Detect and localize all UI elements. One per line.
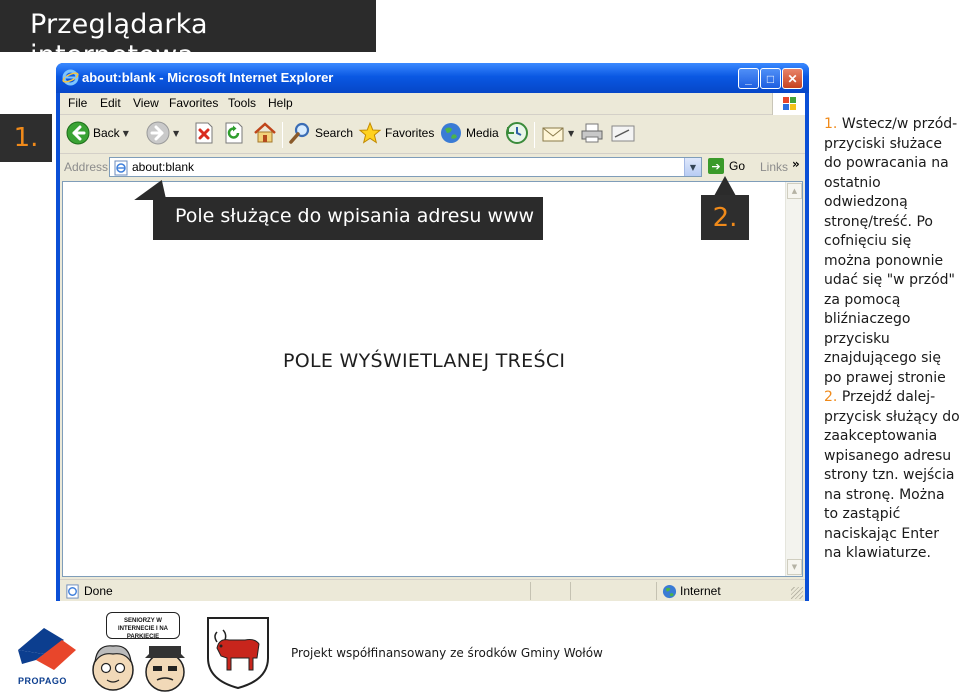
- resize-grip[interactable]: [791, 587, 803, 599]
- address-value: about:blank: [132, 160, 195, 174]
- address-label: Address: [64, 160, 109, 174]
- page-icon: [114, 160, 128, 176]
- seniors-speech-bubble: SENIORZY W INTERNECIE I NA PARKIECIE: [106, 612, 180, 640]
- refresh-icon: [225, 122, 243, 144]
- go-arrow-icon: ➔: [708, 158, 724, 174]
- explanation-text: 1. Wstecz/w przód- przyciski służace do …: [824, 115, 960, 564]
- back-button[interactable]: Back ▼: [66, 121, 129, 145]
- back-dropdown-icon[interactable]: ▼: [123, 129, 129, 138]
- mail-dropdown-icon[interactable]: ▼: [568, 129, 574, 138]
- zone-text: Internet: [680, 584, 721, 598]
- menu-favorites[interactable]: Favorites: [169, 96, 218, 110]
- back-label: Back: [93, 126, 120, 140]
- funding-footer: Projekt współfinansowany ze środków Gmin…: [291, 646, 603, 660]
- links-label[interactable]: Links: [760, 160, 788, 174]
- menu-view[interactable]: View: [133, 96, 159, 110]
- internet-globe-icon: [662, 584, 677, 599]
- explanation-step-1: 1. Wstecz/w przód- przyciski służace do …: [824, 115, 960, 388]
- menu-bar: File Edit View Favorites Tools Help: [60, 93, 805, 115]
- back-arrow-icon: [66, 121, 90, 145]
- print-button[interactable]: [580, 121, 604, 145]
- go-button[interactable]: ➔ Go: [708, 158, 745, 174]
- stop-icon: [195, 122, 213, 144]
- step-1-marker: 1.: [0, 114, 52, 162]
- status-bar: Done Internet: [60, 579, 805, 601]
- search-label: Search: [315, 126, 354, 140]
- forward-dropdown-icon[interactable]: ▼: [173, 129, 179, 138]
- minimize-button[interactable]: _: [738, 68, 759, 89]
- toolbar-separator: [534, 122, 535, 148]
- content-area-label: POLE WYŚWIETLANEJ TREŚCI: [283, 350, 566, 372]
- media-globe-icon: [441, 123, 461, 143]
- wolow-coat-of-arms: [207, 617, 269, 690]
- address-input[interactable]: about:blank ▼: [109, 157, 702, 177]
- standard-toolbar: Back ▼ ▼ Search Favorites Media ▼: [60, 116, 805, 154]
- menu-help[interactable]: Help: [268, 96, 293, 110]
- mail-button[interactable]: ▼: [541, 121, 574, 145]
- refresh-button[interactable]: [223, 121, 245, 145]
- ie-logo-icon: [62, 69, 79, 86]
- scroll-up-icon[interactable]: ▲: [787, 183, 802, 199]
- scroll-down-icon[interactable]: ▼: [787, 559, 802, 575]
- address-bar: Address about:blank ▼ ➔ Go Links »: [60, 155, 805, 179]
- maximize-button[interactable]: □: [760, 68, 781, 89]
- page-content-area[interactable]: POLE WYŚWIETLANEJ TREŚCI ▲ ▼: [62, 181, 803, 577]
- address-callout: Pole służące do wpisania adresu www: [153, 197, 543, 240]
- favorites-label: Favorites: [385, 126, 435, 140]
- go-callout-pointer: [714, 176, 736, 196]
- menu-edit[interactable]: Edit: [100, 96, 121, 110]
- stop-button[interactable]: [193, 121, 215, 145]
- header-bar: Przeglądarka internetowa: [0, 0, 376, 71]
- printer-icon: [581, 123, 603, 143]
- explanation-number-2: 2.: [824, 389, 838, 405]
- page-done-icon: [66, 584, 79, 599]
- step-2-marker: 2.: [701, 195, 749, 240]
- address-callout-text: Pole służące do wpisania adresu www: [175, 205, 535, 227]
- address-dropdown-icon[interactable]: ▼: [684, 158, 701, 176]
- edit-page-icon: [611, 125, 635, 142]
- home-button[interactable]: [253, 121, 277, 145]
- go-label: Go: [729, 159, 746, 173]
- media-label: Media: [466, 126, 499, 140]
- explanation-step-2: 2. Przejdź dalej-przycisk służący do zaa…: [824, 388, 960, 564]
- window-client: File Edit View Favorites Tools Help Back…: [60, 93, 805, 601]
- favorites-button[interactable]: Favorites: [358, 121, 434, 145]
- close-button[interactable]: ✕: [782, 68, 803, 89]
- menu-file[interactable]: File: [68, 96, 87, 110]
- edit-button[interactable]: [610, 121, 636, 145]
- status-separator: [570, 582, 571, 600]
- forward-arrow-icon: [146, 121, 170, 145]
- status-separator: [530, 582, 531, 600]
- home-icon: [254, 122, 276, 143]
- toolbar-separator: [282, 122, 283, 148]
- windows-flag-logo: [772, 93, 805, 115]
- menu-tools[interactable]: Tools: [228, 96, 256, 110]
- explanation-part-2: Przejdź dalej-przycisk służący do zaakce…: [824, 389, 960, 561]
- page-title: Przeglądarka internetowa: [30, 9, 208, 71]
- vertical-scrollbar[interactable]: ▲ ▼: [785, 182, 802, 576]
- media-button[interactable]: Media: [439, 121, 499, 145]
- explanation-part-1: Wstecz/w przód- przyciski służace do pow…: [824, 116, 958, 386]
- links-chevron-icon[interactable]: »: [792, 157, 800, 171]
- status-separator: [656, 582, 657, 600]
- explanation-number-1: 1.: [824, 116, 838, 132]
- search-button[interactable]: Search: [288, 121, 353, 145]
- history-icon: [506, 122, 528, 144]
- mail-icon: [542, 127, 564, 142]
- ie-window: about:blank - Microsoft Internet Explore…: [56, 63, 809, 601]
- propago-label: PROPAGO: [18, 676, 67, 686]
- search-icon: [289, 122, 310, 144]
- status-text: Done: [84, 584, 113, 598]
- history-button[interactable]: [505, 121, 529, 145]
- windows-flag-icon: [783, 97, 796, 110]
- window-title: about:blank - Microsoft Internet Explore…: [82, 70, 334, 85]
- star-icon: [358, 121, 382, 144]
- forward-button[interactable]: ▼: [146, 121, 179, 145]
- title-bar[interactable]: about:blank - Microsoft Internet Explore…: [56, 63, 809, 93]
